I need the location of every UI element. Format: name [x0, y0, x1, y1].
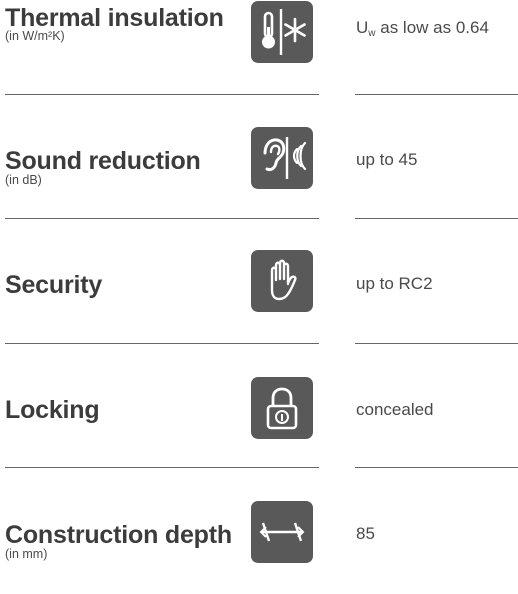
sound-reduction-unit: (in dB) [5, 173, 42, 187]
security-value: up to RC2 [356, 274, 433, 293]
locking-value: concealed [356, 400, 434, 419]
construction-depth-unit: (in mm) [5, 547, 48, 561]
thermal-insulation-value: Uw as low as 0.64 [356, 18, 489, 39]
construction-depth-title: Construction depth [5, 521, 232, 549]
depth-arrows-icon [251, 501, 313, 563]
divider [355, 218, 518, 219]
ear-sound-icon [251, 127, 313, 189]
divider [355, 94, 518, 95]
padlock-icon [251, 377, 313, 439]
locking-title: Locking [5, 396, 100, 424]
divider [355, 467, 518, 468]
divider [5, 343, 319, 344]
divider [5, 218, 319, 219]
security-title: Security [5, 271, 103, 299]
hand-stop-icon [251, 250, 313, 312]
sound-reduction-value: up to 45 [356, 150, 418, 169]
thermometer-snowflake-icon [251, 1, 313, 63]
sound-reduction-title: Sound reduction [5, 147, 201, 175]
construction-depth-value: 85 [356, 524, 375, 543]
thermal-insulation-unit: (in W/m²K) [5, 29, 65, 43]
divider [5, 467, 319, 468]
divider [5, 94, 319, 95]
divider [355, 343, 518, 344]
